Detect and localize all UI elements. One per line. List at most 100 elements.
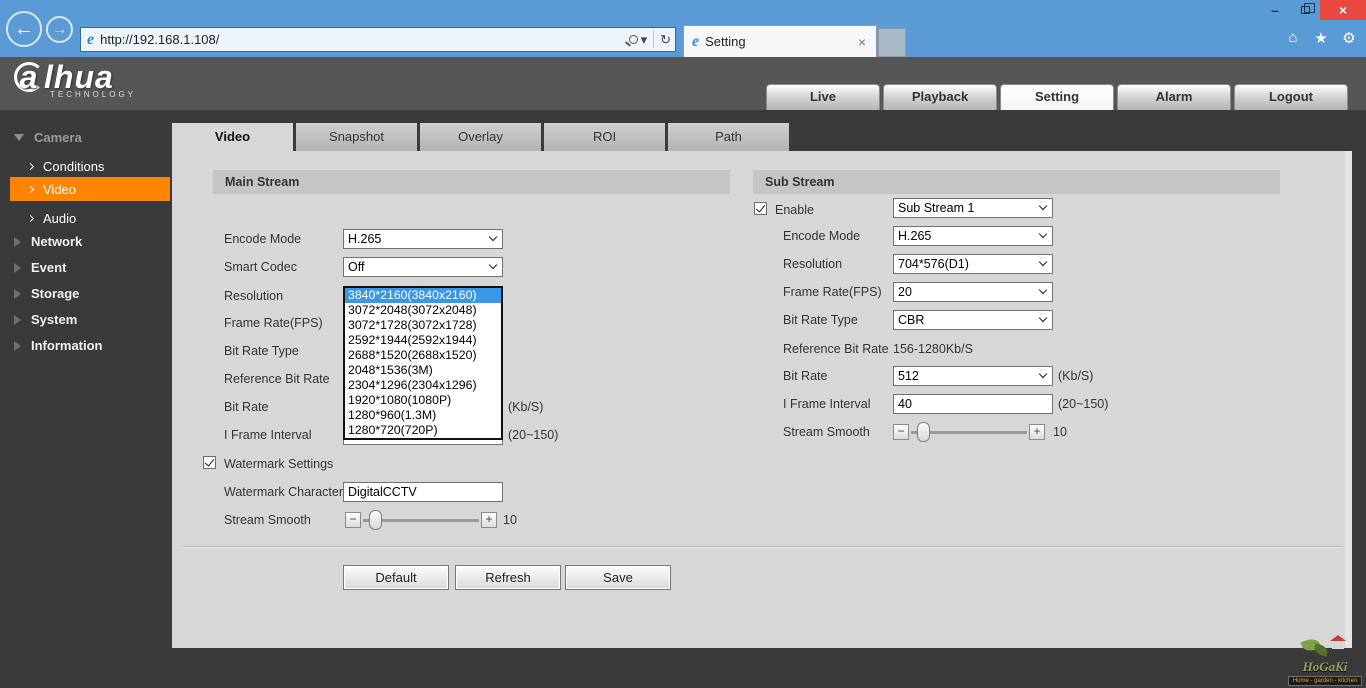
watermark-settings-label: Watermark Settings: [224, 457, 334, 471]
default-button[interactable]: Default: [343, 565, 449, 590]
smart-codec-label: Smart Codec: [224, 260, 297, 274]
back-button[interactable]: ←: [6, 11, 42, 47]
smart-codec-select[interactable]: Off: [343, 257, 503, 277]
resolution-label: Resolution: [224, 289, 284, 303]
refresh-button[interactable]: Refresh: [455, 565, 561, 590]
resolution-option[interactable]: 1920*1080(1080P): [345, 393, 501, 408]
submenu-arrow-icon: [26, 185, 35, 193]
nav-live-button[interactable]: Live: [766, 84, 880, 110]
chevron-down-icon: [1038, 313, 1048, 323]
chevron-down-icon: [1038, 369, 1048, 379]
sub-reference-bit-rate-value: 156-1280Kb/S: [893, 342, 973, 356]
sub-bit-rate-value: 512: [898, 369, 919, 383]
resolution-option[interactable]: 3072*2048(3072x2048): [345, 303, 501, 318]
slider-minus-button[interactable]: −: [893, 424, 909, 440]
sub-resolution-select[interactable]: 704*576(D1): [893, 254, 1053, 274]
house-icon: [1330, 635, 1346, 649]
url-text[interactable]: http://192.168.1.108/: [100, 32, 628, 47]
stream-smooth-slider[interactable]: − +: [345, 510, 497, 530]
sidebar-group-event[interactable]: Event: [14, 260, 66, 275]
resolution-option[interactable]: 2592*1944(2592x1944): [345, 333, 501, 348]
enable-label: Enable: [775, 203, 814, 217]
new-tab-button[interactable]: [878, 28, 906, 57]
forward-button[interactable]: →: [46, 16, 73, 43]
sidebar-item-conditions[interactable]: Conditions: [10, 154, 170, 178]
close-button[interactable]: ×: [1320, 0, 1366, 20]
tab-overlay[interactable]: Overlay: [420, 123, 541, 152]
search-caret-icon[interactable]: ▾: [641, 32, 648, 48]
sidebar-item-video[interactable]: Video: [10, 177, 170, 201]
sub-encode-mode-select[interactable]: H.265: [893, 226, 1053, 246]
sidebar-item-label: Audio: [43, 210, 77, 226]
sidebar-group-label: System: [31, 312, 78, 327]
sub-stream-smooth-slider[interactable]: − +: [893, 422, 1045, 442]
chevron-down-icon: [1038, 229, 1048, 239]
restore-button[interactable]: [1290, 0, 1320, 20]
tab-snapshot[interactable]: Snapshot: [296, 123, 417, 152]
watermark-settings-checkbox[interactable]: [203, 456, 216, 469]
browser-titlebar: – ×: [0, 0, 1366, 22]
panel-scrollbar[interactable]: [1345, 151, 1352, 648]
sub-bit-rate-label: Bit Rate: [783, 369, 828, 383]
favorites-star-icon[interactable]: ★: [1312, 29, 1330, 47]
resolution-option[interactable]: 2304*1296(2304x1296): [345, 378, 501, 393]
restore-icon: [1300, 3, 1315, 14]
browser-tab[interactable]: e Setting ×: [683, 25, 877, 57]
home-icon[interactable]: ⌂: [1284, 29, 1302, 47]
sub-resolution-value: 704*576(D1): [898, 257, 969, 271]
resolution-option[interactable]: 3840*2160(3840x2160): [345, 288, 501, 303]
sub-i-frame-interval-input[interactable]: [893, 394, 1053, 414]
sidebar-group-system[interactable]: System: [14, 312, 77, 327]
watermark-character-input[interactable]: [343, 482, 503, 502]
tab-video[interactable]: Video: [172, 123, 293, 152]
section-divider: [183, 546, 1343, 548]
search-icon[interactable]: [628, 35, 638, 44]
chevron-down-icon: [1038, 201, 1048, 211]
sub-frame-rate-label: Frame Rate(FPS): [783, 285, 882, 299]
tab-close-icon[interactable]: ×: [854, 34, 870, 50]
sub-bit-rate-type-select[interactable]: CBR: [893, 310, 1053, 330]
main-stream-header: Main Stream: [213, 170, 730, 194]
screen: – × ← → e http://192.168.1.108/ ▾ ↻ e Se…: [0, 0, 1366, 688]
minimize-button[interactable]: –: [1260, 0, 1290, 20]
tab-path[interactable]: Path: [668, 123, 789, 152]
tab-roi[interactable]: ROI: [544, 123, 665, 152]
sidebar-group-network[interactable]: Network: [14, 234, 82, 249]
nav-playback-button[interactable]: Playback: [883, 84, 997, 110]
settings-gear-icon[interactable]: ⚙: [1340, 29, 1358, 47]
resolution-option[interactable]: 3072*1728(3072x1728): [345, 318, 501, 333]
nav-logout-button[interactable]: Logout: [1234, 84, 1348, 110]
sidebar-group-information[interactable]: Information: [14, 338, 103, 353]
resolution-option[interactable]: 2688*1520(2688x1520): [345, 348, 501, 363]
slider-thumb[interactable]: [369, 510, 382, 530]
sub-stream-select[interactable]: Sub Stream 1: [893, 198, 1053, 218]
nav-alarm-button[interactable]: Alarm: [1117, 84, 1231, 110]
resolution-option[interactable]: 1280*960(1.3M): [345, 408, 501, 423]
sub-bit-rate-unit: (Kb/S): [1058, 369, 1094, 383]
slider-minus-button[interactable]: −: [345, 512, 361, 528]
slider-thumb[interactable]: [917, 422, 930, 442]
sub-bit-rate-select[interactable]: 512: [893, 366, 1053, 386]
sub-encode-mode-value: H.265: [898, 229, 932, 243]
resolution-option[interactable]: 2048*1536(3M): [345, 363, 501, 378]
encode-mode-select[interactable]: H.265: [343, 229, 503, 249]
sidebar-group-label: Information: [31, 338, 103, 353]
slider-plus-button[interactable]: +: [481, 512, 497, 528]
enable-checkbox[interactable]: [754, 202, 767, 215]
sidebar-item-audio[interactable]: Audio: [10, 206, 170, 230]
collapsed-triangle-icon: [14, 288, 21, 299]
address-bar[interactable]: e http://192.168.1.108/ ▾ ↻: [80, 27, 676, 52]
refresh-icon[interactable]: ↻: [660, 32, 671, 48]
sidebar-item-label: Video: [43, 181, 77, 197]
sidebar-group-storage[interactable]: Storage: [14, 286, 79, 301]
slider-plus-button[interactable]: +: [1029, 424, 1045, 440]
browser-action-icons: ⌂ ★ ⚙: [1284, 29, 1358, 47]
i-frame-interval-range: (20~150): [508, 428, 559, 442]
sub-stream-value: Sub Stream 1: [898, 201, 975, 215]
resolution-option[interactable]: 1280*720(720P): [345, 423, 501, 438]
sidebar-group-camera[interactable]: Camera: [14, 130, 82, 145]
nav-setting-button[interactable]: Setting: [1000, 84, 1114, 110]
save-button[interactable]: Save: [565, 565, 671, 590]
sidebar-group-label: Storage: [31, 286, 80, 301]
sub-frame-rate-select[interactable]: 20: [893, 282, 1053, 302]
